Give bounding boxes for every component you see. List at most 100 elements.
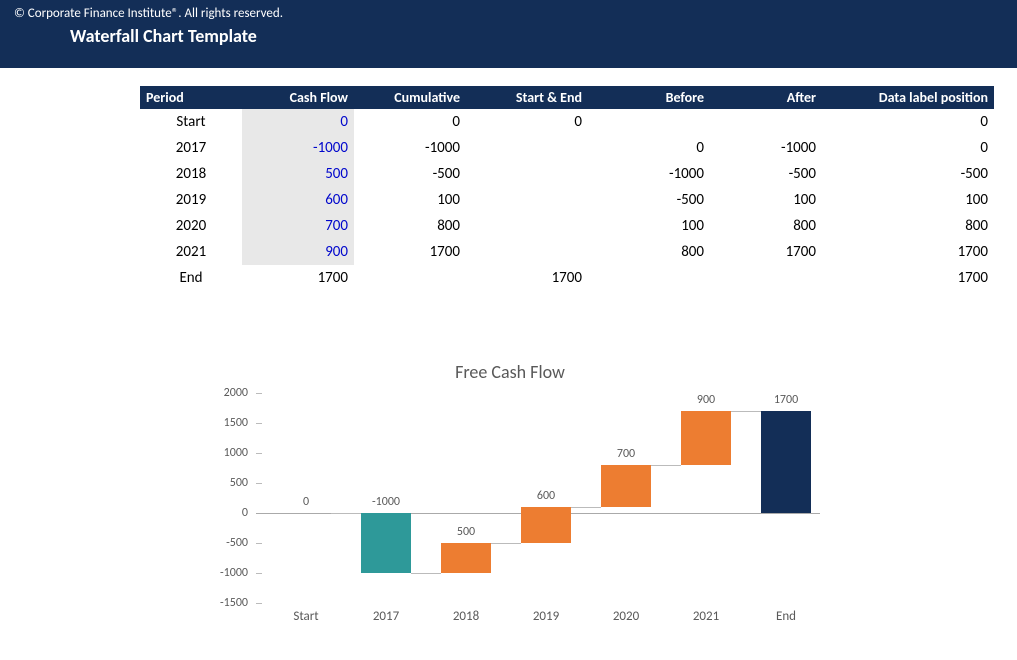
cell <box>710 265 822 291</box>
cell <box>354 265 466 291</box>
cell <box>466 135 588 161</box>
cell: 2021 <box>140 239 242 265</box>
cell <box>466 239 588 265</box>
cell: 1700 <box>354 239 466 265</box>
cell: 2020 <box>140 213 242 239</box>
cell: 1700 <box>242 265 354 291</box>
table-header-row: Period Cash Flow Cumulative Start & End … <box>140 86 994 109</box>
x-tick-label: 2021 <box>671 609 741 624</box>
cell: 600 <box>242 187 354 213</box>
col-cum: Cumulative <box>354 86 466 109</box>
copyright-text: © Corporate Finance Institute®. All righ… <box>14 6 1003 21</box>
y-tick-label: 500 <box>200 476 248 490</box>
table-row: 2017-1000-10000-10000 <box>140 135 994 161</box>
bar-column: 600 <box>521 393 571 603</box>
data-table: Period Cash Flow Cumulative Start & End … <box>140 86 994 291</box>
cell: -500 <box>822 161 994 187</box>
table-row: Start0000 <box>140 109 994 135</box>
bar-column: 0 <box>281 393 331 603</box>
cell: -1000 <box>242 135 354 161</box>
y-tick-label: 1500 <box>200 416 248 430</box>
col-period: Period <box>140 86 242 109</box>
col-before: Before <box>588 86 710 109</box>
cell: -1000 <box>588 161 710 187</box>
y-tick-label: 0 <box>200 506 248 520</box>
data-label: 600 <box>511 489 581 503</box>
cell: 500 <box>242 161 354 187</box>
table-row: End170017001700 <box>140 265 994 291</box>
x-tick-label: 2017 <box>351 609 421 624</box>
bar-column: -1000 <box>361 393 411 603</box>
col-pos: Data label position <box>822 86 994 109</box>
y-tick-label: -1000 <box>200 566 248 580</box>
cell: 0 <box>466 109 588 135</box>
bar-column: 700 <box>601 393 651 603</box>
cell: 800 <box>354 213 466 239</box>
banner: © Corporate Finance Institute®. All righ… <box>0 0 1017 68</box>
cell: End <box>140 265 242 291</box>
table-row: 2020700800100800800 <box>140 213 994 239</box>
cell: 0 <box>588 135 710 161</box>
cell <box>466 213 588 239</box>
cell: -500 <box>710 161 822 187</box>
data-label: 700 <box>591 447 661 461</box>
cell <box>466 187 588 213</box>
cell: 100 <box>710 187 822 213</box>
cell: 800 <box>710 213 822 239</box>
bar-column: 500 <box>441 393 491 603</box>
page-title: Waterfall Chart Template <box>70 25 1003 47</box>
y-tick-label: 2000 <box>200 386 248 400</box>
cell <box>588 109 710 135</box>
cell: 800 <box>822 213 994 239</box>
data-label: 1700 <box>751 393 821 407</box>
x-tick-label: 2018 <box>431 609 501 624</box>
data-label: 500 <box>431 525 501 539</box>
cell: 100 <box>588 213 710 239</box>
chart-plot-area: -1500-1000-50005001000150020000Start-100… <box>256 393 820 633</box>
cell: -500 <box>354 161 466 187</box>
table-row: 2021900170080017001700 <box>140 239 994 265</box>
cell: 1700 <box>710 239 822 265</box>
bar-column: 1700 <box>761 393 811 603</box>
cell: 2017 <box>140 135 242 161</box>
cell: 0 <box>242 109 354 135</box>
cell: -1000 <box>354 135 466 161</box>
col-se: Start & End <box>466 86 588 109</box>
chart-title: Free Cash Flow <box>200 361 820 383</box>
col-after: After <box>710 86 822 109</box>
cell: 100 <box>354 187 466 213</box>
cell: -500 <box>588 187 710 213</box>
cell <box>710 109 822 135</box>
y-tick-label: 1000 <box>200 446 248 460</box>
cell: 2018 <box>140 161 242 187</box>
data-label: -1000 <box>351 495 421 509</box>
y-tick-label: -1500 <box>200 596 248 610</box>
cell: 0 <box>822 135 994 161</box>
bar-column: 900 <box>681 393 731 603</box>
cell: -1000 <box>710 135 822 161</box>
x-tick-label: 2019 <box>511 609 581 624</box>
cell <box>466 161 588 187</box>
chart: Free Cash Flow -1500 -1000 -500 0 500 1000 150… <box>200 361 820 633</box>
data-label: 900 <box>671 393 741 407</box>
cell: Start <box>140 109 242 135</box>
cell: 100 <box>822 187 994 213</box>
col-cash: Cash Flow <box>242 86 354 109</box>
cell: 1700 <box>466 265 588 291</box>
cell <box>588 265 710 291</box>
x-tick-label: End <box>751 609 821 624</box>
cell: 1700 <box>822 265 994 291</box>
cell: 2019 <box>140 187 242 213</box>
x-tick-label: Start <box>271 609 341 624</box>
x-tick-label: 2020 <box>591 609 661 624</box>
table-row: 2018500-500-1000-500-500 <box>140 161 994 187</box>
cell: 0 <box>354 109 466 135</box>
cell: 1700 <box>822 239 994 265</box>
y-tick-label: -500 <box>200 536 248 550</box>
cell: 800 <box>588 239 710 265</box>
cell: 700 <box>242 213 354 239</box>
table-row: 2019600100-500100100 <box>140 187 994 213</box>
data-table-wrap: Period Cash Flow Cumulative Start & End … <box>140 86 910 291</box>
cell: 900 <box>242 239 354 265</box>
cell: 0 <box>822 109 994 135</box>
